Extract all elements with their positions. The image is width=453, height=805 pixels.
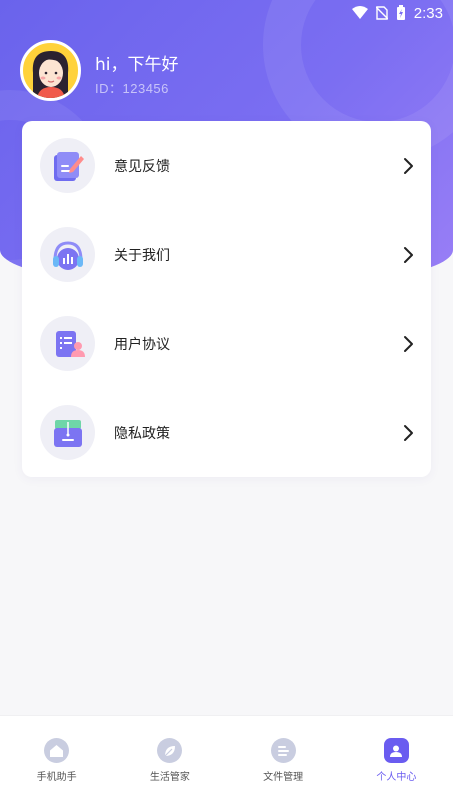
menu-item-label: 关于我们 [114,247,170,264]
chevron-right-icon [404,335,413,352]
status-bar: 2:33 [0,0,453,26]
battery-charging-icon [396,5,405,20]
file-icon [270,738,296,763]
menu-item-label: 意见反馈 [114,158,170,175]
tab-personal-center[interactable]: 个人中心 [340,716,453,805]
no-sim-icon [375,6,388,20]
tab-life-butler[interactable]: 生活管家 [113,716,226,805]
user-agreement-icon [40,316,95,371]
tab-phone-assistant[interactable]: 手机助手 [0,716,113,805]
menu-item-privacy-policy[interactable]: 隐私政策 [22,388,431,477]
menu-item-user-agreement[interactable]: 用户协议 [22,299,431,388]
menu-item-about-us[interactable]: 关于我们 [22,210,431,299]
menu-card: 意见反馈 关于我们 用户协议 隐私政策 [22,121,431,477]
tab-file-management[interactable]: 文件管理 [227,716,340,805]
avatar[interactable] [20,40,81,101]
tab-label: 生活管家 [149,772,190,783]
menu-item-label: 用户协议 [114,336,170,353]
person-icon [383,738,409,763]
chevron-right-icon [404,246,413,263]
home-icon [44,738,70,763]
leaf-icon [157,738,183,763]
menu-item-feedback[interactable]: 意见反馈 [22,121,431,210]
bottom-tab-bar: 手机助手 生活管家 文件管理 个人中心 [0,715,453,805]
status-time: 2:33 [413,4,443,22]
tab-label: 文件管理 [263,772,304,783]
chevron-right-icon [404,424,413,441]
chevron-right-icon [404,157,413,174]
privacy-box-icon [40,405,95,460]
tab-label: 手机助手 [36,772,77,783]
user-id-text: ID：123456 [95,81,169,96]
tab-label: 个人中心 [376,772,417,783]
menu-item-label: 隐私政策 [114,425,170,442]
headphones-icon [40,227,95,282]
avatar-girl-icon [32,51,69,98]
greeting-text: hi，下午好 [95,55,179,75]
feedback-icon [40,138,95,193]
wifi-icon [351,6,368,19]
